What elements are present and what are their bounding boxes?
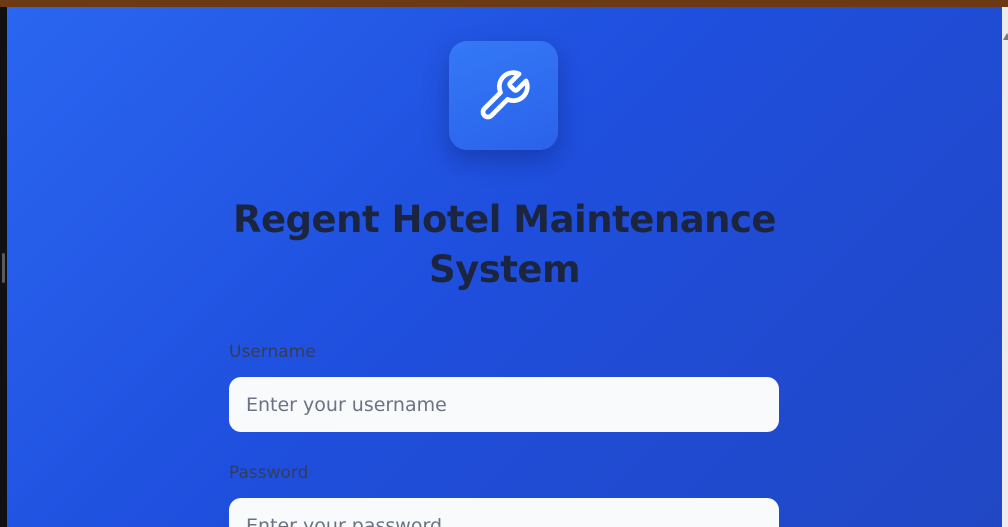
window-top-strip (0, 0, 1008, 7)
scroll-up-arrow-icon[interactable] (1003, 33, 1008, 40)
username-input[interactable] (229, 377, 779, 432)
password-input[interactable] (229, 498, 779, 527)
page-title: Regent Hotel Maintenance System (232, 198, 777, 291)
username-label: Username (229, 342, 316, 362)
left-window-edge (0, 7, 7, 527)
login-page: Regent Hotel Maintenance System Username… (7, 7, 1002, 527)
wrench-icon (480, 69, 530, 119)
app-logo (449, 41, 558, 150)
password-label: Password (229, 463, 309, 483)
vertical-scrollbar[interactable] (1002, 7, 1008, 527)
resize-grip[interactable] (2, 253, 5, 283)
